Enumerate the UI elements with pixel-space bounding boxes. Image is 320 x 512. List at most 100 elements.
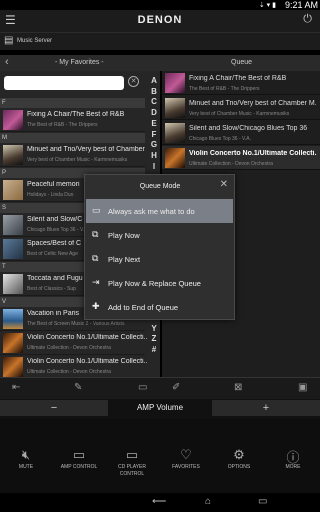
- album-art: [165, 73, 185, 93]
- comment-icon[interactable]: ▭: [138, 382, 147, 393]
- track-title: Violin Concerto No.1/Ultimate Collecti..…: [189, 150, 317, 157]
- volume-down-button[interactable]: −: [0, 400, 108, 416]
- source-label: Music Server: [17, 38, 53, 44]
- favorite-row[interactable]: Violin Concerto No.1/Ultimate Collecti..…: [0, 331, 147, 355]
- queue-row[interactable]: Fixing A Chair/The Best of R&B The Best …: [162, 71, 320, 95]
- section-header: F: [0, 98, 145, 108]
- clear-search-button[interactable]: ✕: [128, 76, 139, 87]
- alpha-letter[interactable]: F: [149, 130, 159, 141]
- search-input[interactable]: [4, 76, 124, 90]
- column-headers: ‹ - My Favorites - Queue: [0, 55, 320, 71]
- album-art: [3, 215, 23, 235]
- option-label: Play Now: [108, 231, 140, 240]
- edit-icon[interactable]: ✎: [74, 382, 82, 393]
- power-icon[interactable]: ⏻: [303, 13, 312, 26]
- queue-row[interactable]: Minuet and Trio/Very best of Chamber M..…: [162, 96, 320, 120]
- nav-mute[interactable]: 🔇︎ MUTE: [0, 447, 52, 471]
- track-title: Fixing A Chair/The Best of R&B: [189, 75, 287, 82]
- nav-label: AMP CONTROL: [60, 464, 98, 470]
- queue-header: Queue: [231, 59, 253, 66]
- play-next-icon: ⧉: [92, 253, 99, 263]
- track-title: Silent and Slow/Chicago Blues Top 36: [189, 125, 308, 132]
- volume-label: AMP Volume: [136, 403, 184, 412]
- alpha-letter[interactable]: Y: [149, 324, 159, 335]
- pencil-icon[interactable]: ✐: [172, 382, 180, 393]
- album-art: [3, 110, 23, 130]
- track-subtitle: The Best of R&B - The Drippers: [189, 86, 260, 92]
- dialog-title: Queue Mode: [139, 183, 181, 190]
- track-subtitle: Ultimate Collection - Devon Orchestra: [27, 345, 111, 351]
- option-play-now[interactable]: ⧉ Play Now: [86, 223, 233, 247]
- volume-up-button[interactable]: +: [212, 400, 320, 416]
- track-title: Violin Concerto No.1/Ultimate Collecti..…: [27, 334, 147, 341]
- section-header: M: [0, 133, 145, 143]
- queue-mode-dialog: Queue Mode ✕ ▭ Always ask me what to do …: [84, 174, 235, 320]
- option-add-to-end[interactable]: ✚ Add to End of Queue: [86, 295, 233, 319]
- nav-label: FAVORITES: [172, 464, 200, 470]
- replace-queue-icon: ⇥: [92, 277, 100, 287]
- option-label: Add to End of Queue: [108, 303, 179, 312]
- cd-player-icon: ▭: [125, 447, 139, 462]
- track-subtitle: Very best of Chamber Music - Karmnemusik…: [189, 111, 290, 117]
- favorite-row[interactable]: Violin Concerto No.1/Ultimate Collecti..…: [0, 355, 147, 379]
- track-title: Violin Concerto No.1/Ultimate Collecti..…: [27, 358, 147, 365]
- delete-icon[interactable]: ⊠: [234, 382, 242, 393]
- nav-label: MUTE: [18, 464, 34, 470]
- album-art: [3, 239, 23, 259]
- nav-favorites[interactable]: ♡ FAVORITES: [160, 447, 212, 471]
- nav-amp-control[interactable]: ▭ AMP CONTROL: [53, 447, 105, 471]
- heart-icon: ♡: [180, 447, 192, 462]
- option-always-ask[interactable]: ▭ Always ask me what to do: [86, 199, 233, 223]
- back-icon[interactable]: ‹: [5, 56, 9, 68]
- alpha-letter[interactable]: H: [149, 151, 159, 162]
- alpha-letter[interactable]: A: [149, 76, 159, 87]
- queue-row-now-playing[interactable]: Violin Concerto No.1/Ultimate Collecti..…: [162, 146, 320, 170]
- album-art: [3, 333, 23, 353]
- alpha-letter[interactable]: E: [149, 119, 159, 130]
- add-queue-icon: ✚: [92, 301, 100, 311]
- play-now-icon: ⧉: [92, 229, 99, 239]
- bottom-nav: 🔇︎ MUTE ▭ AMP CONTROL ▭ CD PLAYER CONTRO…: [0, 419, 320, 493]
- track-subtitle: Ultimate Collection - Devon Orchestra: [189, 161, 273, 167]
- alpha-letter[interactable]: #: [149, 345, 159, 356]
- nav-cd-player-control[interactable]: ▭ CD PLAYER CONTROL: [106, 447, 158, 478]
- nav-options[interactable]: ⚙ OPTIONS: [213, 447, 265, 471]
- home-nav-icon[interactable]: ⌂: [205, 496, 211, 507]
- amp-icon: ▭: [72, 447, 86, 462]
- album-art: [3, 274, 23, 294]
- system-nav-bar: ⟵ ⌂ ▭: [0, 493, 320, 512]
- track-subtitle: The Best of Screen Music 2 - Various Art…: [27, 321, 125, 327]
- music-server-icon: ▤: [4, 35, 14, 46]
- queue-row[interactable]: Silent and Slow/Chicago Blues Top 36 Chi…: [162, 121, 320, 145]
- nav-more[interactable]: ⓘ MORE: [267, 447, 319, 471]
- alpha-letter[interactable]: G: [149, 140, 159, 151]
- chat-bubble-icon: ▭: [92, 205, 101, 215]
- track-subtitle: The Best of R&B - The Drippers: [27, 122, 98, 128]
- alpha-letter[interactable]: B: [149, 87, 159, 98]
- option-replace-queue[interactable]: ⇥ Play Now & Replace Queue: [86, 271, 233, 295]
- favorite-row[interactable]: Fixing A Chair/The Best of R&B The Best …: [0, 108, 145, 132]
- status-bar: ⇣ ▾ ▮ 9:21 AM: [0, 0, 320, 10]
- option-label: Always ask me what to do: [108, 207, 195, 216]
- clipboard-icon[interactable]: ▣: [298, 382, 307, 393]
- app-header: ☰ DENON ⏻: [0, 10, 320, 32]
- option-play-next[interactable]: ⧉ Play Next: [86, 247, 233, 271]
- source-bar[interactable]: ▤ Music Server: [0, 32, 320, 50]
- recents-nav-icon[interactable]: ▭: [258, 496, 267, 507]
- favorite-row[interactable]: Minuet and Trio/Very best of Chamber M..…: [0, 143, 147, 167]
- track-subtitle: Chicago Blues Top 36 - V.A.: [189, 136, 251, 142]
- back-nav-icon[interactable]: ⟵: [152, 496, 166, 507]
- brand-logo: DENON: [137, 14, 183, 26]
- album-art: [165, 148, 185, 168]
- jump-to-top-icon[interactable]: ⇤: [12, 382, 20, 393]
- nav-label: CD PLAYER CONTROL: [118, 464, 146, 477]
- close-icon[interactable]: ✕: [220, 179, 228, 190]
- track-subtitle: Ultimate Collection - Devon Orchestra: [27, 369, 111, 375]
- alpha-letter[interactable]: I: [149, 162, 159, 173]
- alpha-letter[interactable]: Z: [149, 334, 159, 345]
- gear-icon: ⚙: [233, 447, 245, 462]
- track-title: Fixing A Chair/The Best of R&B: [27, 111, 125, 118]
- volume-bar: − AMP Volume +: [0, 399, 320, 419]
- alpha-letter[interactable]: C: [149, 97, 159, 108]
- alpha-letter[interactable]: D: [149, 108, 159, 119]
